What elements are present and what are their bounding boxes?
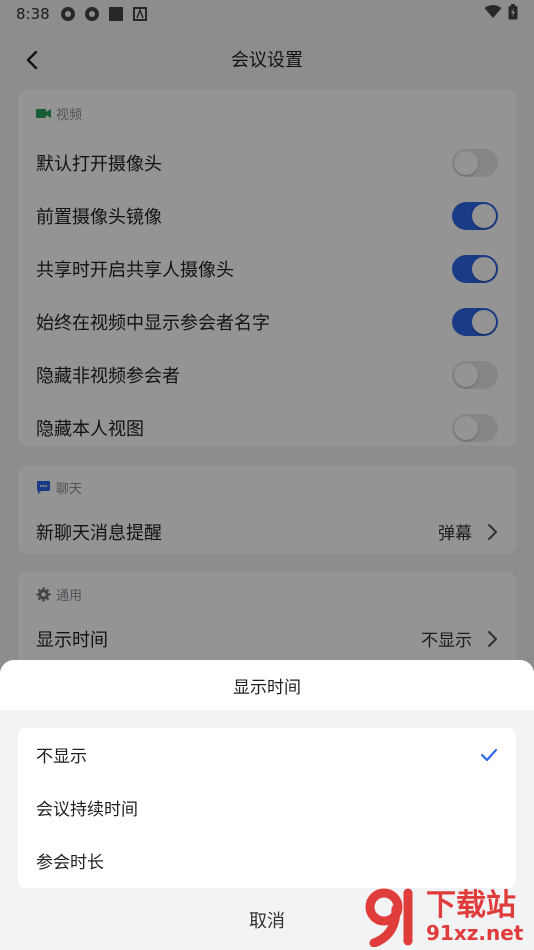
site-watermark: 下载站 91xz.net <box>360 886 530 948</box>
checkmark-icon <box>480 748 498 762</box>
option-attendance-duration[interactable]: 参会时长 <box>18 834 516 887</box>
watermark-logo <box>365 888 413 947</box>
display-time-options: 不显示 会议持续时间 参会时长 <box>18 728 516 888</box>
watermark-title: 下载站 <box>426 888 516 923</box>
option-label: 参会时长 <box>36 853 104 873</box>
option-label: 不显示 <box>36 747 87 767</box>
option-hide[interactable]: 不显示 <box>18 728 516 781</box>
option-meeting-duration[interactable]: 会议持续时间 <box>18 781 516 834</box>
sheet-title: 显示时间 <box>233 677 301 698</box>
option-label: 会议持续时间 <box>36 800 138 820</box>
sheet-header: 显示时间 <box>0 660 534 710</box>
watermark-url: 91xz.net <box>426 921 524 945</box>
